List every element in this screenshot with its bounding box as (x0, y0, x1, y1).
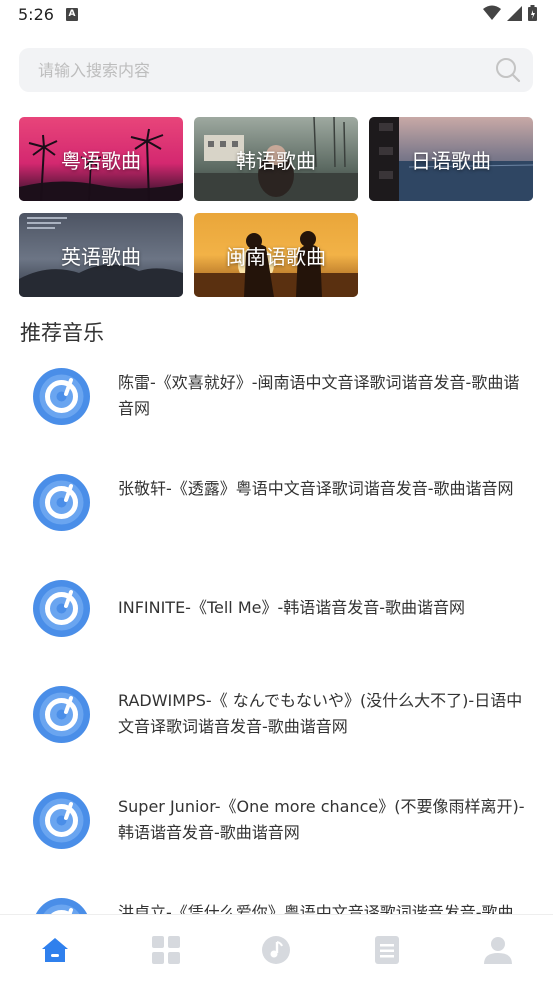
music-disc-icon (33, 474, 90, 531)
status-icons (483, 5, 537, 21)
song-title: 张敬轩-《透露》粤语中文音译歌词谐音发音-歌曲谐音网 (118, 479, 514, 498)
status-time: 5:26 (18, 5, 54, 24)
category-japanese[interactable]: 日语歌曲 (369, 117, 533, 201)
category-label: 韩语歌曲 (236, 148, 316, 173)
notification-icon: A (66, 8, 78, 21)
category-label: 粤语歌曲 (61, 148, 141, 173)
search-bar (19, 48, 533, 92)
category-korean[interactable]: 韩语歌曲 (194, 117, 358, 201)
battery-icon (528, 5, 537, 21)
tab-document[interactable] (332, 915, 443, 984)
grid-icon (151, 936, 180, 964)
song-title: Super Junior-《One more chance》(不要像雨样离开)-… (118, 797, 525, 842)
tab-category[interactable] (111, 915, 222, 984)
search-icon[interactable] (495, 57, 521, 83)
song-title: INFINITE-《Tell Me》-韩语谐音发音-歌曲谐音网 (118, 598, 466, 617)
status-bar: 5:26 A (0, 0, 553, 32)
signal-icon (507, 5, 522, 21)
song-item[interactable]: 张敬轩-《透露》粤语中文音译歌词谐音发音-歌曲谐音网 (0, 459, 553, 565)
tab-home[interactable] (0, 915, 111, 984)
song-item[interactable]: 陈雷-《欢喜就好》-闽南语中文音译歌词谐音发音-歌曲谐音网 (0, 353, 553, 459)
song-item[interactable]: RADWIMPS-《 なんでもないや》(没什么大不了)-日语中文音译歌词谐音发音… (0, 671, 553, 777)
tab-profile[interactable] (442, 915, 553, 984)
music-disc-icon (33, 580, 90, 637)
song-item[interactable]: Super Junior-《One more chance》(不要像雨样离开)-… (0, 777, 553, 883)
music-icon (262, 936, 291, 964)
user-icon (483, 937, 512, 964)
category-label: 闽南语歌曲 (226, 244, 326, 269)
category-minnan[interactable]: 闽南语歌曲 (194, 213, 358, 297)
search-input[interactable] (19, 48, 479, 92)
recommended-music-title: 推荐音乐 (20, 321, 104, 345)
category-label: 日语歌曲 (411, 148, 491, 173)
category-cantonese[interactable]: 粤语歌曲 (19, 117, 183, 201)
tab-music[interactable] (221, 915, 332, 984)
category-label: 英语歌曲 (61, 244, 141, 269)
music-disc-icon (33, 686, 90, 743)
bottom-tab-bar (0, 914, 553, 984)
song-item[interactable]: INFINITE-《Tell Me》-韩语谐音发音-歌曲谐音网 (0, 565, 553, 671)
music-disc-icon (33, 368, 90, 425)
wifi-icon (483, 5, 501, 20)
category-english[interactable]: 英语歌曲 (19, 213, 183, 297)
song-title: 陈雷-《欢喜就好》-闽南语中文音译歌词谐音发音-歌曲谐音网 (118, 373, 520, 418)
music-disc-icon (33, 792, 90, 849)
document-icon (375, 936, 400, 964)
song-title: RADWIMPS-《 なんでもないや》(没什么大不了)-日语中文音译歌词谐音发音… (118, 691, 523, 736)
home-icon (42, 938, 69, 962)
